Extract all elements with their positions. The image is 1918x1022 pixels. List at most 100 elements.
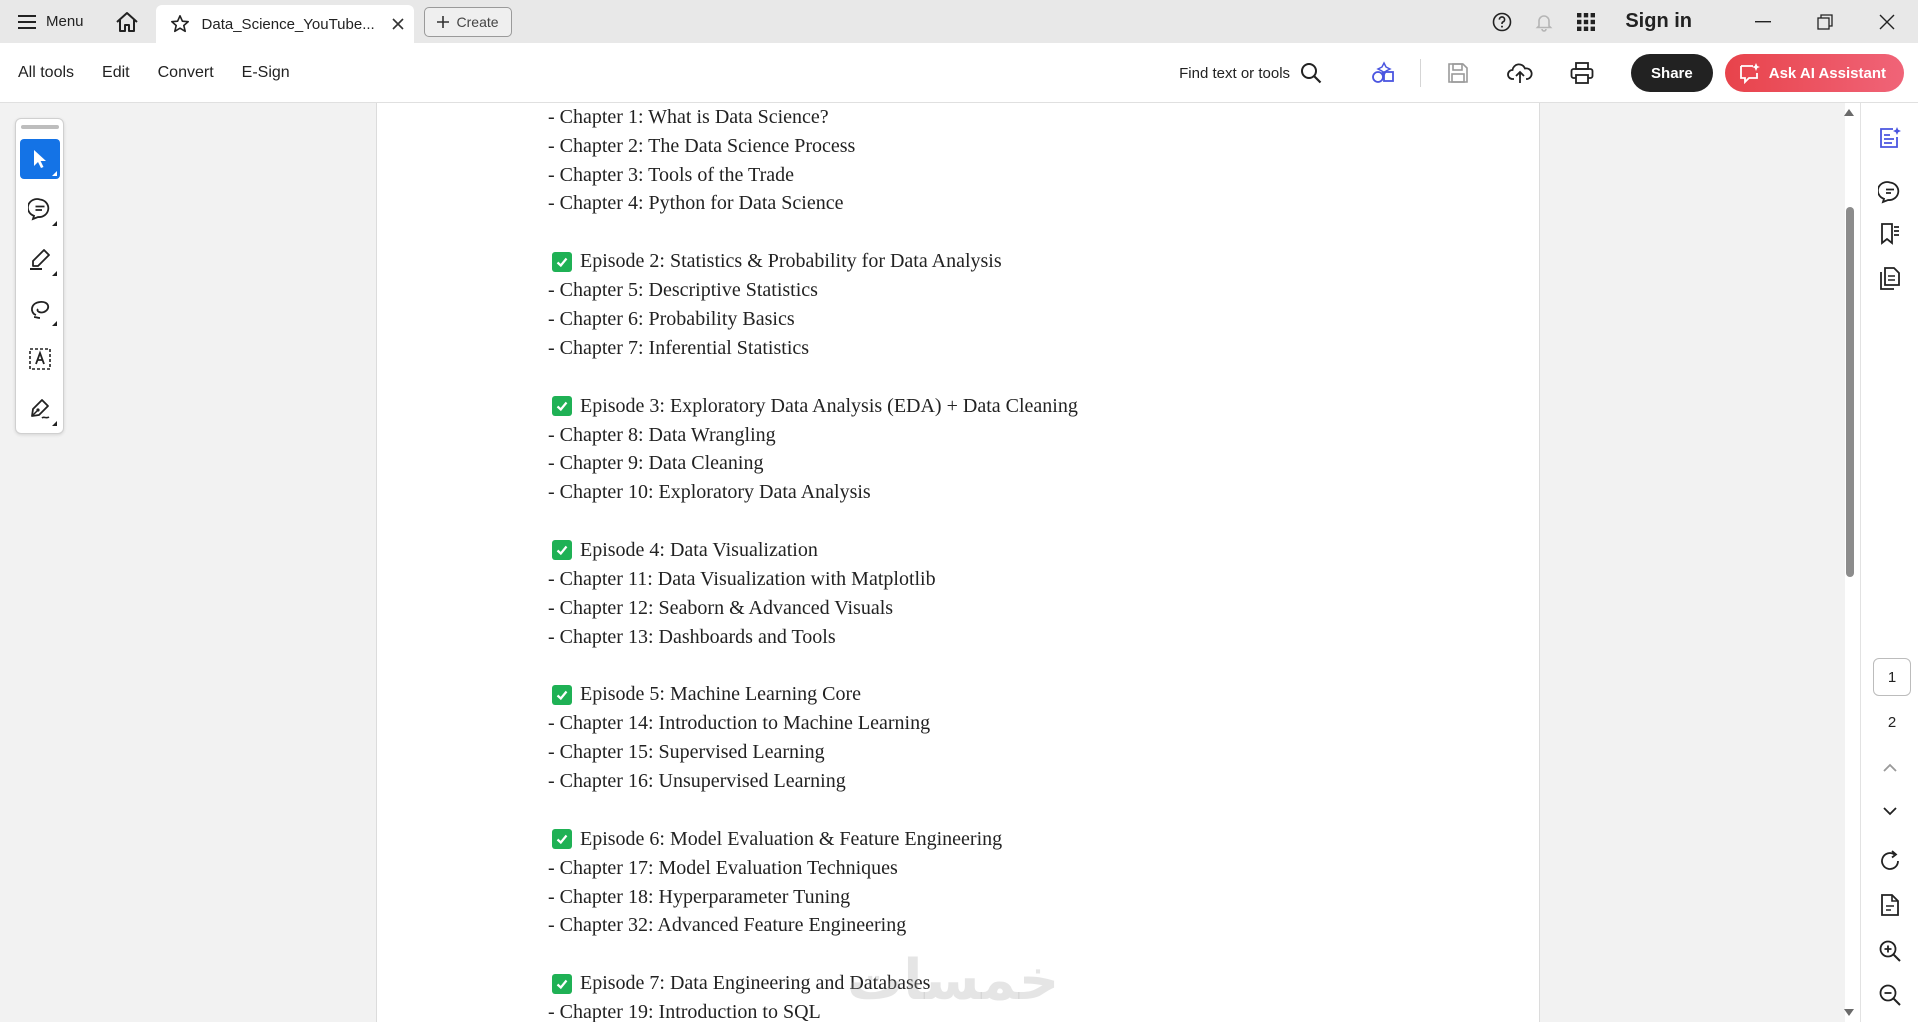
document-content: - Chapter 1: What is Data Science? - Chap… [548, 103, 1448, 1022]
page-info-icon [1878, 893, 1902, 917]
document-tab[interactable]: Data_Science_YouTube... [155, 5, 414, 43]
toolbar-separator [1420, 59, 1422, 87]
highlight-tool[interactable] [20, 239, 60, 279]
zoom-out-button[interactable] [1875, 980, 1905, 1010]
convert-menu[interactable]: Convert [158, 64, 214, 82]
select-tool-menu-indicator [51, 171, 57, 176]
home-button[interactable] [112, 7, 142, 37]
draw-tool-menu-indicator [51, 321, 57, 326]
tab-title: Data_Science_YouTube... [201, 15, 375, 33]
episode-title: Episode 4: Data Visualization [580, 538, 818, 561]
page-number-current[interactable]: 1 [1873, 658, 1911, 696]
find-button[interactable]: Find text or tools [1179, 62, 1322, 84]
print-button[interactable] [1566, 57, 1598, 89]
close-tab-icon[interactable] [391, 18, 404, 30]
panel-drag-handle[interactable] [20, 125, 59, 129]
chapter-line: - Chapter 32: Advanced Feature Engineeri… [548, 914, 907, 937]
create-button[interactable]: Create [423, 6, 512, 37]
chapter-line: - Chapter 11: Data Visualization with Ma… [548, 567, 936, 590]
chapter-line: - Chapter 2: The Data Science Process [548, 134, 856, 157]
episode-heading: Episode 2: Statistics & Probability for … [552, 247, 1448, 276]
document-page: - Chapter 1: What is Data Science? - Chap… [376, 103, 1540, 1022]
episode-heading: Episode 3: Exploratory Data Analysis (ED… [552, 392, 1448, 421]
all-tools-menu[interactable]: All tools [18, 64, 74, 82]
home-icon [115, 11, 139, 33]
lasso-draw-icon [28, 297, 52, 321]
menu-button[interactable]: Menu [18, 0, 84, 43]
chapter-line: - Chapter 4: Python for Data Science [548, 192, 844, 215]
vertical-scrollbar[interactable] [1840, 103, 1860, 1022]
quick-tools-panel [15, 118, 64, 434]
save-icon [1447, 62, 1469, 84]
right-rail: 1 2 [1860, 103, 1918, 1022]
ai-summary-button[interactable] [1875, 123, 1905, 153]
printer-icon [1570, 62, 1594, 84]
upload-button[interactable] [1504, 57, 1536, 89]
sign-pen-icon [28, 397, 52, 421]
chapter-line: - Chapter 7: Inferential Statistics [548, 336, 810, 359]
select-cursor-icon [31, 149, 49, 169]
ai-tools-button[interactable] [1367, 57, 1399, 89]
text-box-tool[interactable] [20, 339, 60, 379]
comment-icon [27, 197, 52, 221]
checkmark-icon [552, 251, 572, 272]
chapter-line: - Chapter 6: Probability Basics [548, 307, 795, 330]
previous-page-button[interactable] [1875, 753, 1905, 783]
chapter-line: - Chapter 15: Supervised Learning [548, 741, 825, 764]
edit-menu[interactable]: Edit [102, 64, 130, 82]
chapter-line: - Chapter 9: Data Cleaning [548, 452, 764, 475]
checkmark-icon [552, 684, 572, 705]
draw-tool[interactable] [20, 289, 60, 329]
comment-tool[interactable] [20, 189, 60, 229]
episode-title: Episode 3: Exploratory Data Analysis (ED… [580, 394, 1078, 417]
bell-icon [1534, 12, 1554, 32]
comments-panel-button[interactable] [1875, 177, 1905, 207]
scrollbar-thumb[interactable] [1846, 207, 1854, 577]
bookmarks-button[interactable] [1875, 219, 1905, 249]
close-window-button[interactable] [1856, 0, 1918, 43]
ai-shapes-icon [1370, 60, 1396, 86]
rotate-button[interactable] [1875, 846, 1905, 876]
episode-title: Episode 6: Model Evaluation & Feature En… [580, 827, 1003, 850]
ai-summary-icon [1878, 126, 1902, 150]
notifications-button[interactable] [1529, 7, 1559, 37]
apps-button[interactable] [1571, 7, 1601, 37]
star-icon[interactable] [170, 14, 190, 34]
chapter-line: - Chapter 16: Unsupervised Learning [548, 769, 846, 792]
chevron-up-icon [1882, 763, 1898, 773]
menu-label: Menu [46, 13, 84, 30]
zoom-in-button[interactable] [1875, 936, 1905, 966]
help-icon [1492, 12, 1512, 32]
checkmark-icon [552, 829, 572, 850]
page-info-button[interactable] [1875, 890, 1905, 920]
restore-button[interactable] [1794, 0, 1856, 43]
chapter-line: - Chapter 17: Model Evaluation Technique… [548, 856, 898, 879]
page-thumbnails-button[interactable] [1875, 263, 1905, 293]
scroll-down-arrow-icon[interactable] [1844, 1009, 1854, 1016]
sign-in-link[interactable]: Sign in [1625, 10, 1692, 33]
share-button[interactable]: Share [1631, 54, 1713, 92]
e-sign-menu[interactable]: E-Sign [242, 64, 290, 82]
save-button[interactable] [1442, 57, 1474, 89]
main-toolbar: All tools Edit Convert E-Sign Find text … [0, 43, 1918, 103]
create-label: Create [456, 13, 499, 30]
sign-tool-menu-indicator [51, 421, 57, 426]
episode-heading: Episode 4: Data Visualization [552, 536, 1448, 565]
text-box-icon [28, 347, 52, 371]
next-page-button[interactable] [1875, 796, 1905, 826]
minimize-button[interactable] [1732, 0, 1794, 43]
ai-assistant-icon [1739, 62, 1761, 84]
ask-ai-assistant-button[interactable]: Ask AI Assistant [1724, 54, 1904, 92]
help-button[interactable] [1487, 7, 1517, 37]
watermark: خمسات [847, 948, 1060, 1013]
restore-icon [1817, 13, 1833, 30]
episode-heading: Episode 5: Machine Learning Core [552, 680, 1448, 709]
select-tool[interactable] [19, 139, 60, 179]
sign-tool[interactable] [20, 389, 60, 429]
page-number-next[interactable]: 2 [1873, 703, 1911, 741]
rotate-icon [1878, 849, 1902, 873]
scroll-up-arrow-icon[interactable] [1844, 109, 1854, 116]
